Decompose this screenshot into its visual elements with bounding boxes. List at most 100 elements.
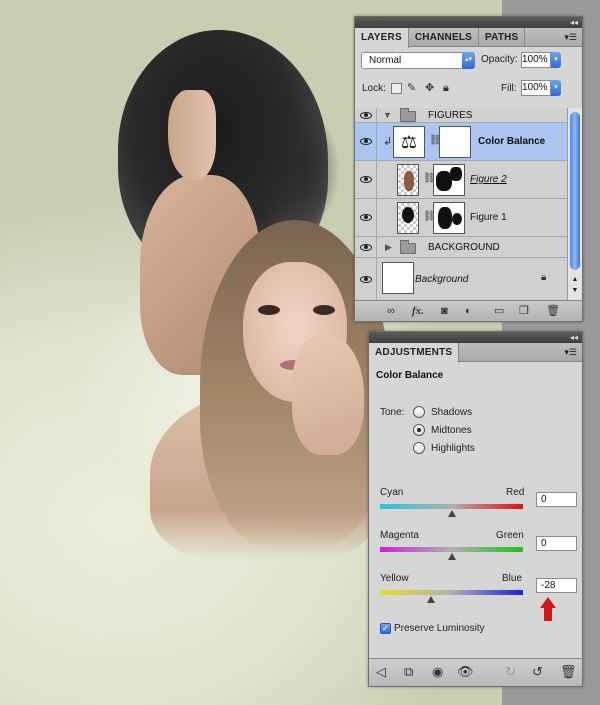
cyan-red-value-field[interactable]: 0 <box>536 492 577 507</box>
layer-mask-thumb[interactable] <box>433 202 465 234</box>
reset-icon[interactable]: ↺ <box>532 665 543 679</box>
visibility-toggle[interactable] <box>355 161 377 198</box>
adjustments-bottom-bar: ◁ ⧉ ◉ 👁︎ ↻ ↺ 🗑︎ <box>369 658 582 686</box>
fx-icon[interactable]: fx. <box>412 304 424 318</box>
fill-field[interactable]: 100% <box>521 80 551 96</box>
blend-mode-select[interactable]: Normal ▴▾ <box>361 52 475 69</box>
back-arrow-icon[interactable]: ◁ <box>376 665 386 679</box>
layer-name: BACKGROUND <box>428 242 500 253</box>
chevron-updown-icon: ▴▾ <box>462 52 475 69</box>
radio-midtones-label[interactable]: Midtones <box>431 425 472 436</box>
layer-name: Color Balance <box>478 136 546 147</box>
radio-shadows-label[interactable]: Shadows <box>431 407 472 418</box>
tab-layers[interactable]: LAYERS <box>355 28 409 48</box>
layer-name: Figure 1 <box>470 212 507 223</box>
slider-right-label: Green <box>496 530 524 541</box>
eye-icon <box>359 214 372 221</box>
layer-name: Figure 2 <box>470 174 507 185</box>
expand-triangle-icon[interactable]: ▶ <box>385 242 392 253</box>
lock-all-icon[interactable]: 🔒︎ <box>443 83 449 94</box>
panel-menu-icon[interactable]: ▾☰ <box>564 28 577 47</box>
layer-thumb <box>397 202 419 234</box>
layers-scrollbar[interactable]: ▲ ▼ <box>567 108 582 300</box>
opacity-label: Opacity: <box>481 54 518 65</box>
eye-icon <box>359 176 372 183</box>
eye-icon <box>359 243 372 251</box>
cyan-red-track[interactable] <box>380 504 523 509</box>
collapse-icon[interactable]: ◂◂ <box>570 332 578 343</box>
layer-mask-thumb[interactable] <box>433 164 465 196</box>
magenta-green-value-field[interactable]: 0 <box>536 536 577 551</box>
eye-icon <box>359 138 372 145</box>
layer-row-color-balance[interactable]: ↲ ⚖ ⛓ Color Balance <box>355 123 567 161</box>
radio-highlights-label[interactable]: Highlights <box>431 443 475 454</box>
visibility-toggle-icon[interactable]: ◉ <box>432 665 443 679</box>
layer-name: FIGURES <box>428 110 473 121</box>
preserve-luminosity-label[interactable]: Preserve Luminosity <box>394 623 485 634</box>
adjustments-panel-titlebar[interactable]: ◂◂ <box>369 332 582 343</box>
magenta-green-thumb[interactable] <box>447 553 456 560</box>
layer-row-figure-1[interactable]: ⛓ Figure 1 <box>355 199 567 237</box>
layer-row-background-group[interactable]: ▶ BACKGROUND <box>355 237 567 258</box>
folder-icon <box>400 240 416 254</box>
adjustments-panel: ◂◂ ADJUSTMENTS ▾☰ Color Balance Tone: Sh… <box>368 331 583 687</box>
layers-panel-titlebar[interactable]: ◂◂ <box>355 17 582 28</box>
slider-left-label: Cyan <box>380 487 404 498</box>
lock-brush-icon[interactable]: ✎ <box>407 83 416 94</box>
tab-channels[interactable]: CHANNELS <box>409 28 480 47</box>
adjustments-tabbar: ADJUSTMENTS ▾☰ <box>369 343 582 363</box>
lock-transparent-icon[interactable] <box>391 83 402 94</box>
figure-2-eye-right <box>313 305 335 315</box>
link-icon[interactable]: ∞ <box>387 304 395 318</box>
preserve-luminosity-checkbox[interactable]: ✓ <box>380 623 391 634</box>
scroll-thumb[interactable] <box>570 112 580 270</box>
tone-label: Tone: <box>380 407 405 418</box>
visibility-toggle[interactable] <box>355 237 377 257</box>
layers-bottom-bar: ∞ fx. ◙ ◐ ▭ ❐ 🗑︎ <box>355 300 582 321</box>
panel-menu-icon[interactable]: ▾☰ <box>564 343 577 362</box>
visibility-toggle[interactable] <box>355 123 377 160</box>
layer-thumb <box>397 164 419 196</box>
opacity-field[interactable]: 100% <box>521 52 551 68</box>
layer-row-background[interactable]: Background 🔒︎ <box>355 258 567 300</box>
radio-midtones[interactable] <box>413 424 425 436</box>
radio-highlights[interactable] <box>413 442 425 454</box>
mask-icon[interactable]: ◙ <box>441 304 448 318</box>
magenta-green-track[interactable] <box>380 547 523 552</box>
slider-right-label: Red <box>506 487 525 498</box>
collapse-icon[interactable]: ◂◂ <box>570 17 578 28</box>
opacity-dropdown-icon[interactable]: ▾ <box>551 52 561 68</box>
yellow-blue-thumb[interactable] <box>427 596 436 603</box>
yellow-blue-value-field[interactable]: -28 <box>536 578 577 593</box>
scroll-up-icon[interactable]: ▲ <box>568 276 582 283</box>
lock-move-icon[interactable]: ✥ <box>425 83 434 94</box>
fill-dropdown-icon[interactable]: ▾ <box>551 80 561 96</box>
tab-adjustments[interactable]: ADJUSTMENTS <box>369 343 460 363</box>
new-group-icon[interactable]: ▭ <box>494 304 504 318</box>
expand-triangle-icon[interactable]: ▼ <box>383 110 392 120</box>
layer-list: ▼ FIGURES ↲ ⚖ ⛓ Color Balance ⛓ Figure 2 <box>355 108 567 300</box>
layer-row-figure-2[interactable]: ⛓ Figure 2 <box>355 161 567 199</box>
scroll-down-icon[interactable]: ▼ <box>568 287 582 294</box>
yellow-blue-track[interactable] <box>380 590 523 595</box>
tab-paths[interactable]: PATHS <box>479 28 526 47</box>
adjustment-icon[interactable]: ◐ <box>465 304 472 318</box>
visibility-toggle[interactable] <box>355 258 377 300</box>
slider-left-label: Yellow <box>380 573 409 584</box>
trash-icon[interactable]: 🗑︎ <box>560 665 577 679</box>
visibility-toggle[interactable] <box>355 108 377 122</box>
visibility-toggle[interactable] <box>355 199 377 236</box>
new-layer-icon[interactable]: ❐ <box>519 304 529 318</box>
radio-shadows[interactable] <box>413 406 425 418</box>
figure-2-eye-left <box>258 305 280 315</box>
view-previous-icon[interactable]: ↻ <box>505 665 516 679</box>
eye-icon[interactable]: 👁︎ <box>457 665 474 679</box>
layer-row-figures[interactable]: ▼ FIGURES <box>355 108 567 123</box>
folder-icon <box>400 108 416 122</box>
clip-icon[interactable]: ⧉ <box>404 665 413 679</box>
layer-mask-thumb[interactable] <box>439 126 471 158</box>
cyan-red-thumb[interactable] <box>447 510 456 517</box>
eye-icon <box>359 275 372 283</box>
trash-icon[interactable]: 🗑︎ <box>546 304 560 318</box>
lock-icon: 🔒︎ <box>541 272 547 283</box>
